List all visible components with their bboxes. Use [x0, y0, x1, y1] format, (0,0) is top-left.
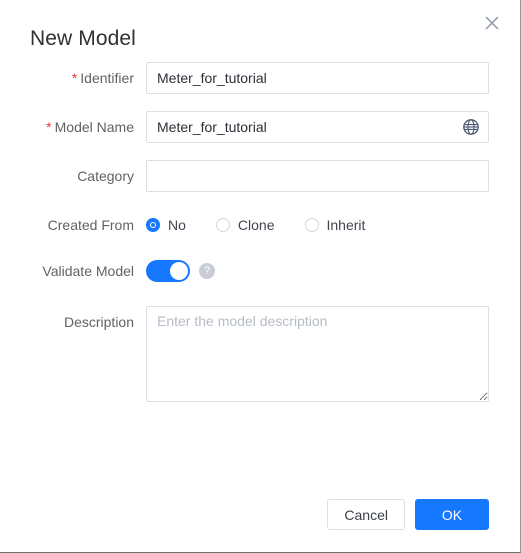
radio-mark-icon: [215, 218, 230, 232]
radio-label-clone: Clone: [237, 217, 275, 233]
field-row-identifier: * Identifier: [0, 62, 489, 94]
identifier-label-text: Identifier: [80, 70, 134, 86]
radio-mark-icon: [146, 218, 160, 232]
field-row-model-name: * Model Name: [0, 111, 489, 143]
description-textarea[interactable]: [146, 306, 489, 402]
radio-label-no: No: [168, 217, 186, 233]
radio-label-inherit: Inherit: [326, 217, 366, 233]
model-name-label-text: Model Name: [54, 119, 134, 135]
radio-option-clone[interactable]: Clone: [215, 217, 275, 233]
new-model-form: *Identifier *Model Name: [0, 62, 520, 402]
category-field-wrap: [146, 160, 489, 192]
globe-icon[interactable]: [462, 118, 480, 136]
dialog-footer: Cancel OK: [327, 499, 489, 530]
new-model-dialog: New Model *Identifier *Model Name: [0, 0, 521, 553]
ok-button[interactable]: OK: [415, 499, 489, 530]
category-input[interactable]: [146, 160, 489, 192]
required-asterisk: *: [46, 119, 52, 135]
close-icon[interactable]: [479, 10, 505, 36]
model-name-field-wrap: [146, 111, 489, 143]
toggle-knob: [170, 262, 188, 280]
description-label: Description: [63, 314, 134, 330]
radio-option-no[interactable]: No: [146, 217, 186, 233]
cancel-button[interactable]: Cancel: [327, 499, 405, 530]
radio-mark-icon: [304, 218, 319, 232]
validate-model-controls: ?: [146, 255, 489, 287]
category-label: Category: [77, 168, 134, 184]
created-from-radio-group: No Clone Inherit: [146, 209, 489, 241]
validate-model-label: Validate Model: [42, 263, 134, 279]
identifier-label: * Identifier: [0, 62, 146, 94]
page-title: New Model: [30, 27, 136, 50]
required-asterisk: *: [71, 70, 78, 86]
field-row-description: Description: [0, 306, 489, 402]
identifier-input[interactable]: [146, 62, 489, 94]
validate-model-toggle[interactable]: [146, 260, 190, 282]
field-row-validate-model: Validate Model ?: [0, 255, 489, 287]
dialog-header: New Model: [0, 0, 520, 62]
field-row-created-from: Created From No Clone Inherit: [0, 209, 489, 241]
model-name-input[interactable]: [146, 111, 489, 143]
help-icon[interactable]: ?: [199, 263, 215, 279]
identifier-field-wrap: [146, 62, 489, 94]
validate-model-field-wrap: ?: [146, 255, 489, 287]
description-field-wrap: [146, 306, 489, 402]
model-name-label: * Model Name: [0, 111, 146, 143]
created-from-label: Created From: [47, 217, 134, 233]
field-row-category: Category: [0, 160, 489, 192]
radio-option-inherit[interactable]: Inherit: [304, 217, 366, 233]
created-from-field-wrap: No Clone Inherit: [146, 209, 489, 241]
